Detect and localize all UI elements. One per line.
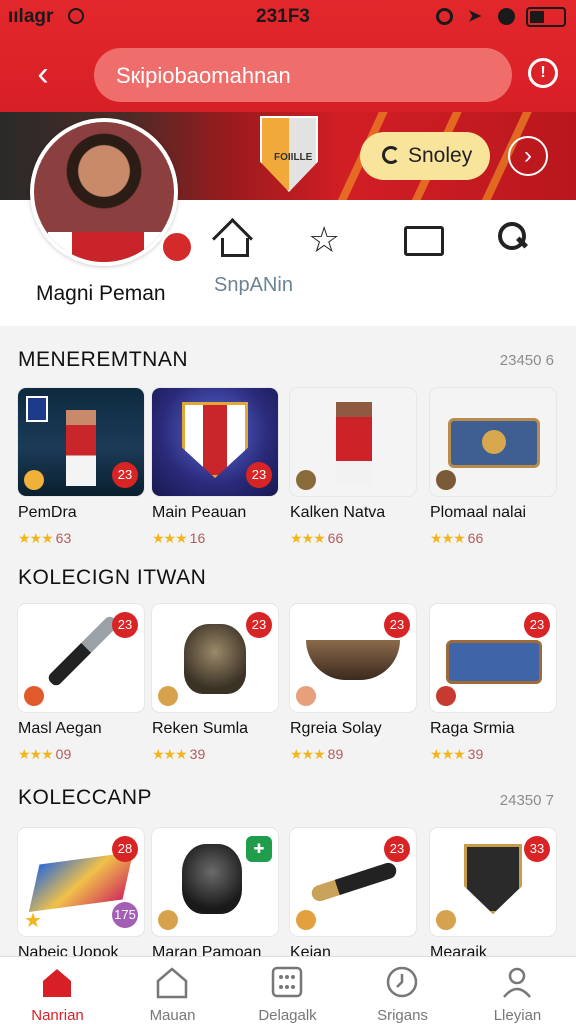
tab-label: Delagalk [258, 1007, 317, 1024]
carrier-label: ıılagr [8, 6, 54, 27]
status-time: 231F3 [256, 6, 310, 27]
tab-label: Srigans [377, 1007, 428, 1024]
avatar-badge [160, 230, 194, 264]
item-card[interactable]: ✚ Maran Pamoan [152, 828, 278, 962]
card-bottom-badge: 175 [112, 902, 138, 928]
snoley-label: Snoley [408, 144, 473, 167]
tab-srigans[interactable]: Srigans [345, 957, 460, 1024]
app-header: ıılagr 231F3 ➤ ‹ Sкipiobaomahnan ! [0, 0, 576, 112]
shield-icon: ✚ [246, 836, 272, 862]
card-badge: 23 [384, 612, 410, 638]
headset-icon [498, 8, 515, 25]
rating: ★★★ 66 [290, 530, 344, 546]
card-name: PemDra [18, 504, 77, 521]
bottom-nav: Nanrian Mauan Delagalk Srigans Lleyian [0, 956, 576, 1024]
card-badge: 23 [384, 836, 410, 862]
tab-label: Lleyian [493, 1007, 542, 1024]
rating: ★★★ 66 [430, 530, 484, 546]
rating: ★★★ 09 [18, 746, 72, 762]
status-bar: ıılagr 231F3 ➤ [0, 0, 576, 34]
item-card[interactable]: 23 Main Peauan ★★★ 16 [152, 388, 278, 547]
item-card[interactable]: 23 Kejan [290, 828, 416, 962]
profile-name: Magni Peman [36, 282, 166, 305]
rating: ★★★ 16 [152, 530, 206, 546]
tab-label: Mauan [149, 1007, 196, 1024]
house-outline-icon [156, 967, 188, 999]
snoley-button[interactable]: Snoley [360, 132, 490, 180]
battery-icon [526, 7, 566, 27]
section-title: KOLECIGN ITWAN [18, 566, 207, 589]
item-card[interactable]: 23 Reken Sumla ★★★ 39 [152, 604, 278, 763]
rating: ★★★ 39 [430, 746, 484, 762]
tab-label: Nanrian [31, 1007, 84, 1024]
item-card[interactable]: ★ 28 175 Nabeic Uopok [18, 828, 144, 962]
card-name: Rgreia Solay [290, 720, 382, 737]
card-badge: 23 [112, 612, 138, 638]
star-icon[interactable]: ☆ [308, 220, 348, 260]
card-name: Raga Srmia [430, 720, 515, 737]
section-count: 23450 6 [499, 352, 554, 369]
grid-icon [271, 966, 303, 998]
crest-text: FOIILLE [274, 152, 313, 163]
search-input[interactable]: Sкipiobaomahnan [94, 48, 512, 102]
next-button[interactable]: › [508, 136, 548, 176]
card-name: Kalken Natva [290, 504, 386, 521]
rating: ★★★ 89 [290, 746, 344, 762]
card-name: Plomaal nalai [430, 504, 527, 521]
card-name: Reken Sumla [152, 720, 249, 737]
info-button[interactable]: ! [528, 58, 558, 88]
item-card[interactable]: Plomaal nalai ★★★ 66 [430, 388, 556, 547]
tv-icon[interactable] [402, 220, 444, 260]
rating: ★★★ 39 [152, 746, 206, 762]
item-card[interactable]: Kalken Natva ★★★ 66 [290, 388, 416, 547]
location-icon: ➤ [468, 8, 482, 25]
alarm-icon [436, 8, 453, 25]
card-badge: 23 [246, 462, 272, 488]
clock-icon [386, 966, 418, 998]
home-icon[interactable] [212, 220, 252, 260]
card-name: Main Peauan [152, 504, 247, 521]
card-badge: 33 [524, 836, 550, 862]
item-card[interactable]: 23 Masl Aegan ★★★ 09 [18, 604, 144, 763]
avatar[interactable] [30, 118, 178, 266]
tab-delagalk[interactable]: Delagalk [230, 957, 345, 1024]
item-card[interactable]: 23 Rgreia Solay ★★★ 89 [290, 604, 416, 763]
rating: ★★★ 63 [18, 530, 72, 546]
card-badge: 28 [112, 836, 138, 862]
refresh-icon [382, 146, 400, 164]
card-badge: 23 [246, 612, 272, 638]
card-badge: 23 [524, 612, 550, 638]
search-user-icon[interactable] [496, 220, 536, 260]
item-card[interactable]: 23 Raga Srmia ★★★ 39 [430, 604, 556, 763]
tab-nanrian[interactable]: Nanrian [0, 957, 115, 1024]
item-card[interactable]: 23 PemDra ★★★ 63 [18, 388, 144, 547]
card-name: Masl Aegan [18, 720, 102, 737]
section-count: 24350 7 [499, 792, 554, 809]
tab-mauan[interactable]: Mauan [115, 957, 230, 1024]
item-card[interactable]: 33 Mearaik [430, 828, 556, 962]
home-icon [43, 969, 71, 997]
section-title: MENEREMTNAN [18, 348, 189, 371]
back-button[interactable]: ‹ [26, 54, 60, 94]
profile-nav-caption: SnpANin [214, 274, 293, 296]
card-badge: 23 [112, 462, 138, 488]
user-icon [503, 967, 531, 998]
section-title: KOLECCANP [18, 786, 153, 809]
tab-lleyian[interactable]: Lleyian [460, 957, 575, 1024]
clock-icon [68, 8, 84, 24]
